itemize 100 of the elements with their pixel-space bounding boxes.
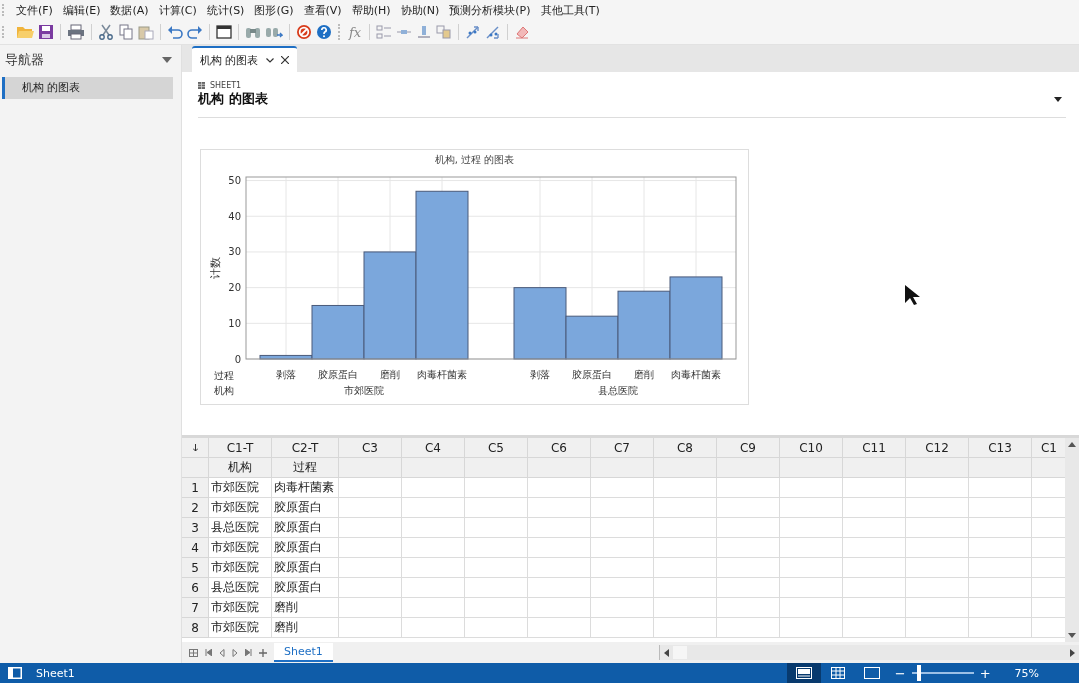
table-cell[interactable] xyxy=(465,538,528,558)
table-cell[interactable] xyxy=(528,538,591,558)
table-cell[interactable] xyxy=(339,478,402,498)
table-cell[interactable]: 县总医院 xyxy=(209,518,272,538)
table-cell[interactable]: 市郊医院 xyxy=(209,478,272,498)
row-number[interactable]: 8 xyxy=(182,618,209,638)
row-number[interactable]: 4 xyxy=(182,538,209,558)
zoom-out-button[interactable]: − xyxy=(888,665,912,681)
table-cell[interactable]: 市郊医院 xyxy=(209,598,272,618)
table-cell[interactable] xyxy=(969,518,1032,538)
table-cell[interactable] xyxy=(591,518,654,538)
table-cell[interactable]: 磨削 xyxy=(272,618,339,638)
sidebar-toggle-icon[interactable] xyxy=(8,667,22,679)
column-header[interactable]: C6 xyxy=(528,438,591,458)
table-cell[interactable] xyxy=(339,498,402,518)
menu-item[interactable]: 编辑(E) xyxy=(58,2,107,18)
table-cell[interactable] xyxy=(654,478,717,498)
save-icon[interactable] xyxy=(38,24,54,40)
table-cell[interactable] xyxy=(717,518,780,538)
table-cell[interactable] xyxy=(465,558,528,578)
scatter-arrow-icon[interactable] xyxy=(485,24,502,40)
table-cell[interactable] xyxy=(339,578,402,598)
column-name-cell[interactable] xyxy=(339,458,402,478)
menu-item[interactable]: 其他工具(T) xyxy=(536,2,606,18)
grid-icon[interactable] xyxy=(189,648,198,657)
table-cell[interactable]: 市郊医院 xyxy=(209,538,272,558)
table-cell[interactable] xyxy=(465,518,528,538)
table-cell[interactable] xyxy=(906,518,969,538)
table-cell[interactable] xyxy=(843,598,906,618)
table-cell[interactable] xyxy=(465,578,528,598)
column-name-cell[interactable] xyxy=(528,458,591,478)
table-cell[interactable] xyxy=(402,538,465,558)
chevron-down-icon[interactable] xyxy=(265,57,274,63)
column-header[interactable]: C4 xyxy=(402,438,465,458)
table-cell[interactable]: 胶原蛋白 xyxy=(272,498,339,518)
vertical-scrollbar[interactable] xyxy=(1065,438,1079,642)
table-cell[interactable] xyxy=(906,538,969,558)
table-cell[interactable] xyxy=(780,538,843,558)
window-icon[interactable] xyxy=(216,24,232,40)
table-cell[interactable] xyxy=(906,618,969,638)
table-cell[interactable] xyxy=(591,598,654,618)
table-cell[interactable]: 市郊医院 xyxy=(209,498,272,518)
row-number[interactable]: 7 xyxy=(182,598,209,618)
table-cell[interactable] xyxy=(528,518,591,538)
zoom-in-button[interactable]: + xyxy=(973,665,997,681)
table-cell[interactable] xyxy=(528,618,591,638)
stop-icon[interactable] xyxy=(296,24,312,40)
menu-item[interactable]: 统计(S) xyxy=(202,2,251,18)
table-cell[interactable]: 胶原蛋白 xyxy=(272,518,339,538)
table-cell[interactable] xyxy=(906,478,969,498)
table-cell[interactable] xyxy=(654,618,717,638)
table-cell[interactable] xyxy=(402,598,465,618)
table-cell[interactable]: 磨削 xyxy=(272,598,339,618)
row-number[interactable]: 2 xyxy=(182,498,209,518)
row-number[interactable]: 3 xyxy=(182,518,209,538)
table-cell[interactable] xyxy=(969,618,1032,638)
table-cell[interactable] xyxy=(780,578,843,598)
table-cell[interactable]: 肉毒杆菌素 xyxy=(272,478,339,498)
column-name-cell[interactable] xyxy=(402,458,465,478)
table-cell[interactable] xyxy=(843,578,906,598)
table-cell[interactable] xyxy=(780,618,843,638)
table-cell[interactable] xyxy=(780,558,843,578)
column-name-cell[interactable]: 过程 xyxy=(272,458,339,478)
table-cell[interactable] xyxy=(402,618,465,638)
navigator-item[interactable]: 机构 的图表 xyxy=(2,77,173,99)
table-cell[interactable] xyxy=(591,538,654,558)
table-cell[interactable] xyxy=(969,558,1032,578)
table-cell[interactable] xyxy=(906,558,969,578)
table-cell[interactable] xyxy=(654,518,717,538)
print-icon[interactable] xyxy=(67,24,85,40)
cut-icon[interactable] xyxy=(98,24,114,40)
arrange-icon[interactable] xyxy=(436,24,453,40)
table-cell[interactable] xyxy=(780,518,843,538)
table-cell[interactable] xyxy=(591,618,654,638)
column-name-cell[interactable] xyxy=(591,458,654,478)
table-cell[interactable] xyxy=(339,618,402,638)
column-name-cell[interactable] xyxy=(843,458,906,478)
table-cell[interactable] xyxy=(780,478,843,498)
column-header[interactable]: C3 xyxy=(339,438,402,458)
table-cell[interactable] xyxy=(528,598,591,618)
add-sheet-icon[interactable] xyxy=(259,648,267,657)
table-cell[interactable]: 市郊医院 xyxy=(209,618,272,638)
column-header[interactable]: C9 xyxy=(717,438,780,458)
scroll-right-icon[interactable] xyxy=(1070,648,1075,657)
column-header[interactable]: C12 xyxy=(906,438,969,458)
menu-item[interactable]: 图形(G) xyxy=(250,2,300,18)
table-cell[interactable] xyxy=(843,538,906,558)
column-header[interactable]: C10 xyxy=(780,438,843,458)
table-cell[interactable]: 县总医院 xyxy=(209,578,272,598)
dropdown-caret-icon[interactable] xyxy=(1054,96,1062,102)
table-cell[interactable] xyxy=(528,578,591,598)
table-cell[interactable] xyxy=(528,478,591,498)
table-cell[interactable] xyxy=(591,498,654,518)
menu-item[interactable]: 数据(A) xyxy=(106,2,155,18)
redo-icon[interactable] xyxy=(187,24,203,40)
menu-item[interactable]: 计算(C) xyxy=(154,2,203,18)
column-name-cell[interactable] xyxy=(465,458,528,478)
table-cell[interactable] xyxy=(843,558,906,578)
table-cell[interactable] xyxy=(465,598,528,618)
table-cell[interactable] xyxy=(843,618,906,638)
